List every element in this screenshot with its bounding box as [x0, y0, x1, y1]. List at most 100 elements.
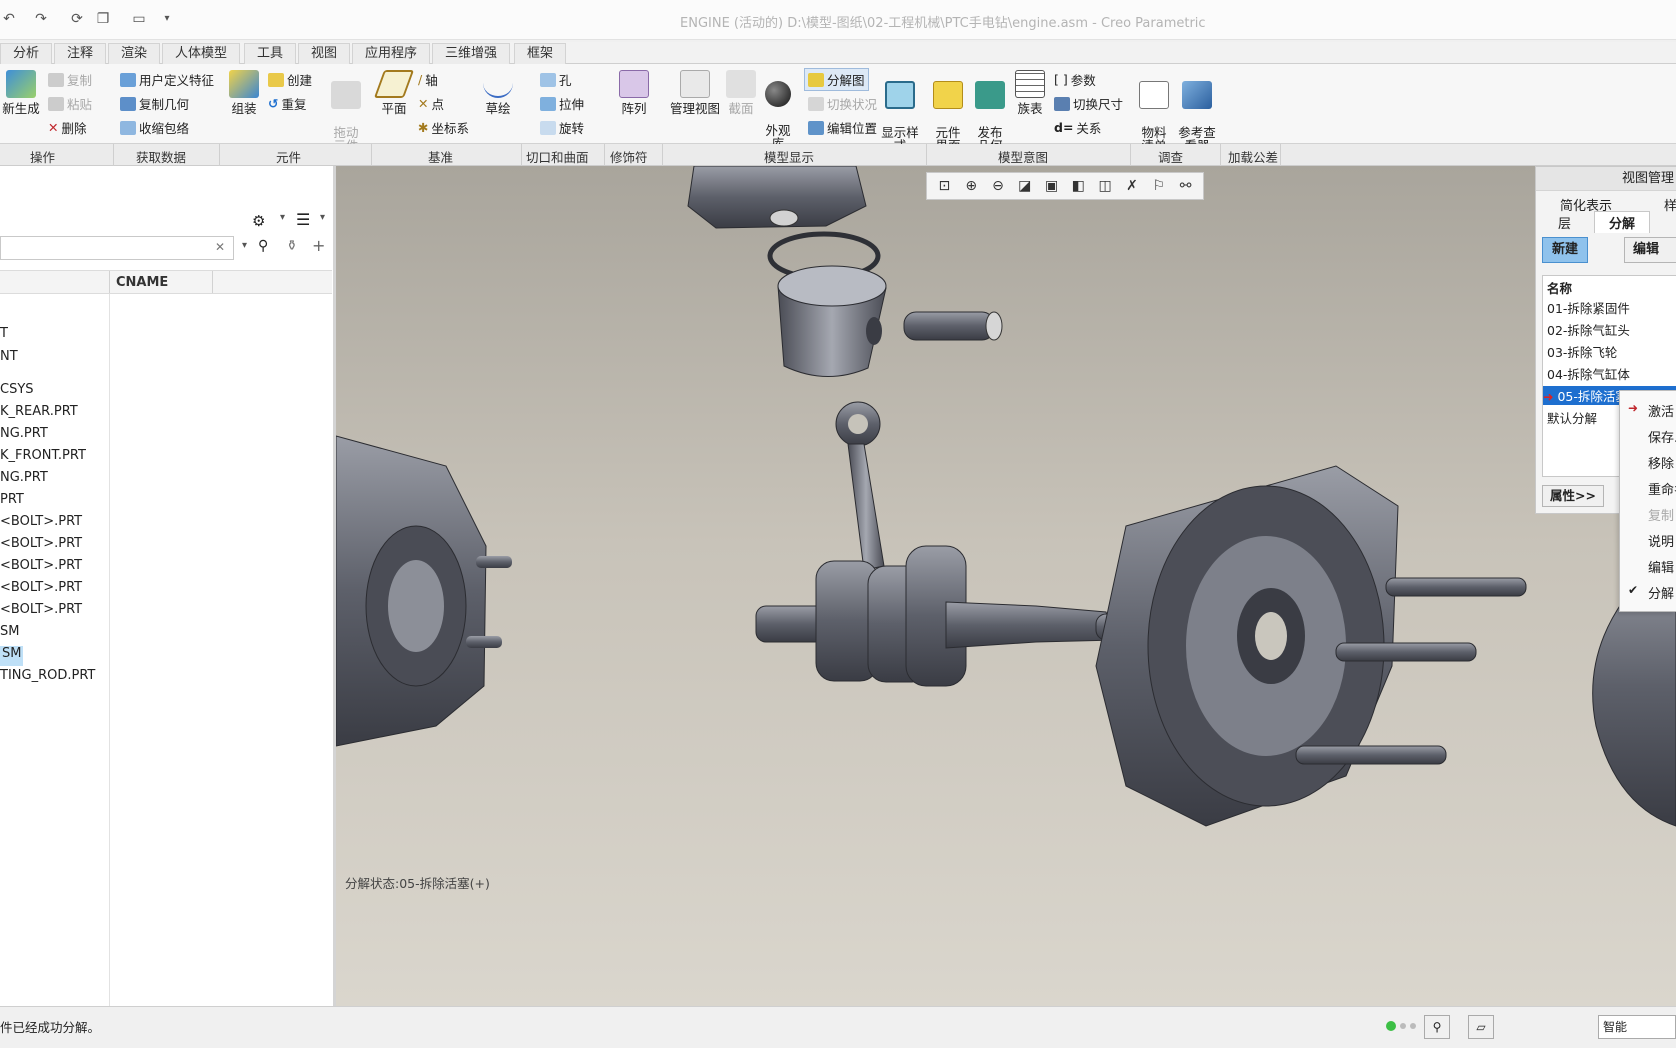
refit-icon[interactable]: ⊡ — [935, 177, 953, 195]
display-style-button[interactable]: 显示样 式 — [878, 68, 922, 152]
new-button[interactable]: 新建 — [1542, 237, 1588, 263]
context-menu-item[interactable]: 移除 — [1648, 453, 1674, 472]
selection-filter-dropdown[interactable]: 智能 — [1598, 1015, 1676, 1039]
context-menu-item[interactable]: 激活 — [1648, 401, 1674, 420]
tab-layers[interactable]: 层 — [1558, 213, 1571, 232]
group-components[interactable]: 元件 — [276, 147, 301, 166]
display-style-icon[interactable]: ▣ — [1043, 177, 1061, 195]
tree-search-input[interactable]: ✕ — [0, 236, 234, 260]
user-defined-feature-button[interactable]: 用户定义特征 — [120, 70, 214, 89]
find-icon[interactable]: ⚲ — [258, 238, 268, 254]
folder-icon[interactable]: ▭ — [130, 10, 148, 28]
tab-annotate[interactable]: 注释 — [54, 43, 107, 64]
find-icon[interactable]: ⚲ — [1424, 1015, 1450, 1039]
group-datum[interactable]: 基准 — [428, 147, 453, 166]
family-table-button[interactable]: 族表 — [1012, 70, 1048, 115]
piston-part[interactable] — [777, 265, 887, 377]
redo-icon[interactable]: ↷ — [32, 10, 50, 28]
clear-icon[interactable]: ✕ — [215, 240, 225, 254]
piston-pin-part[interactable] — [903, 311, 1003, 341]
tab-applications[interactable]: 应用程序 — [352, 43, 431, 64]
assemble-button[interactable]: 组装 — [226, 70, 262, 115]
tree-row[interactable]: NG.PRT — [0, 426, 48, 446]
chevron-down-icon[interactable]: ▾ — [320, 212, 325, 223]
tab-analysis[interactable]: 分析 — [0, 43, 53, 64]
exploded-view-button[interactable]: 分解图 — [804, 68, 869, 91]
bom-button[interactable]: 物料 清单 — [1136, 68, 1172, 152]
tree-row[interactable]: <BOLT>.PRT — [0, 602, 82, 622]
cname-column-header[interactable]: CNAME — [116, 275, 168, 290]
paste-button[interactable]: 粘贴 — [48, 94, 92, 113]
tree-row[interactable]: <BOLT>.PRT — [0, 580, 82, 600]
context-menu-item[interactable]: 说明 — [1648, 531, 1674, 550]
tree-row[interactable]: K_FRONT.PRT — [0, 448, 86, 468]
3d-box-icon[interactable]: ▱ — [1468, 1015, 1494, 1039]
annotation-display-icon[interactable]: ⚐ — [1150, 177, 1168, 195]
manage-views-button[interactable]: 管理视图 — [668, 70, 722, 115]
group-get-data[interactable]: 获取数据 — [136, 147, 186, 166]
tree-row[interactable]: T — [0, 326, 8, 346]
group-modifiers[interactable]: 修饰符 — [610, 147, 648, 166]
engine-model-graphic[interactable] — [336, 166, 1676, 1006]
group-tolerance[interactable]: 加载公差 — [1228, 147, 1278, 166]
tree-row[interactable]: <BOLT>.PRT — [0, 536, 82, 556]
cylinder-head-part[interactable] — [687, 166, 867, 229]
create-button[interactable]: 创建 — [268, 70, 312, 89]
context-menu-item[interactable]: 重命名 — [1648, 479, 1676, 498]
chevron-down-icon[interactable]: ▾ — [242, 240, 247, 251]
explode-state-item[interactable]: 默认分解 — [1547, 408, 1597, 427]
section-button[interactable]: 截面 — [726, 70, 756, 115]
publish-geometry-button[interactable]: 发布 几何 — [972, 68, 1008, 152]
tree-row[interactable]: <BOLT>.PRT — [0, 514, 82, 534]
windows-icon[interactable]: ❐ — [94, 10, 112, 28]
zoom-out-icon[interactable]: ⊖ — [989, 177, 1007, 195]
tab-tools[interactable]: 工具 — [244, 43, 297, 64]
regenerate-quick-icon[interactable]: ⟳ — [68, 10, 86, 28]
extrude-button[interactable]: 拉伸 — [540, 94, 584, 113]
repaint-icon[interactable]: ◪ — [1016, 177, 1034, 195]
datum-display-icon[interactable]: ✗ — [1123, 177, 1141, 195]
tab-manikin[interactable]: 人体模型 — [162, 43, 241, 64]
switch-dimensions-button[interactable]: 切换尺寸 — [1054, 94, 1123, 113]
tab-style[interactable]: 样 — [1664, 195, 1676, 214]
parameters-button[interactable]: [ ] 参数 — [1054, 70, 1096, 89]
tree-row[interactable]: K_REAR.PRT — [0, 404, 78, 424]
axis-button[interactable]: / 轴 — [418, 70, 438, 89]
undo-icon[interactable]: ↶ — [0, 10, 18, 28]
connecting-rod-part[interactable] — [835, 401, 885, 571]
tree-row[interactable]: <BOLT>.PRT — [0, 558, 82, 578]
tree-row[interactable]: PRT — [0, 492, 24, 512]
appearance-gallery-button[interactable]: 外观 库 — [762, 68, 794, 150]
explode-state-item[interactable]: 02-拆除气缸头 — [1547, 320, 1630, 339]
toggle-status-button[interactable]: 切换状况 — [808, 94, 877, 113]
tab-framework[interactable]: 框架 — [514, 43, 567, 64]
edit-dropdown-button[interactable]: 编辑 — [1624, 237, 1676, 263]
show-icon[interactable]: ☰ — [296, 210, 310, 229]
tree-row[interactable]: SM — [0, 624, 19, 644]
csys-button[interactable]: ✱ 坐标系 — [418, 118, 469, 137]
right-crankcase-part[interactable] — [1095, 465, 1527, 827]
tree-settings-icon[interactable]: ⚙ — [252, 212, 265, 230]
reference-viewer-button[interactable]: 参考查 看器 — [1174, 68, 1220, 152]
tab-3d-enhance[interactable]: 三维增强 — [432, 43, 511, 64]
graphics-viewport[interactable] — [336, 166, 1676, 1006]
explode-state-item[interactable]: 01-拆除紧固件 — [1547, 298, 1630, 317]
delete-button[interactable]: ✕ 删除 — [48, 118, 87, 137]
properties-button[interactable]: 属性>> — [1542, 485, 1604, 507]
regenerate-button[interactable]: 新生成 — [0, 70, 42, 115]
explode-state-item[interactable]: 04-拆除气缸体 — [1547, 364, 1630, 383]
view-manager-icon[interactable]: ◫ — [1096, 177, 1114, 195]
tree-row[interactable]: NT — [0, 349, 18, 369]
component-interface-button[interactable]: 元件 界面 — [930, 68, 966, 152]
tab-explode[interactable]: 分解 — [1594, 211, 1651, 233]
copy-geometry-button[interactable]: 复制几何 — [120, 94, 189, 113]
relations-button[interactable]: d= 关系 — [1054, 118, 1101, 137]
customize-quick-access-icon[interactable]: ▾ — [158, 10, 176, 28]
context-menu-item[interactable]: 编辑 — [1648, 557, 1674, 576]
group-investigate[interactable]: 调查 — [1158, 147, 1183, 166]
group-cuts-surfaces[interactable]: 切口和曲面 — [526, 147, 589, 166]
copy-button[interactable]: 复制 — [48, 70, 92, 89]
tree-row[interactable]: TING_ROD.PRT — [0, 668, 95, 688]
context-menu-item[interactable]: 复制 — [1648, 505, 1674, 524]
explode-state-item[interactable]: 03-拆除飞轮 — [1547, 342, 1617, 361]
